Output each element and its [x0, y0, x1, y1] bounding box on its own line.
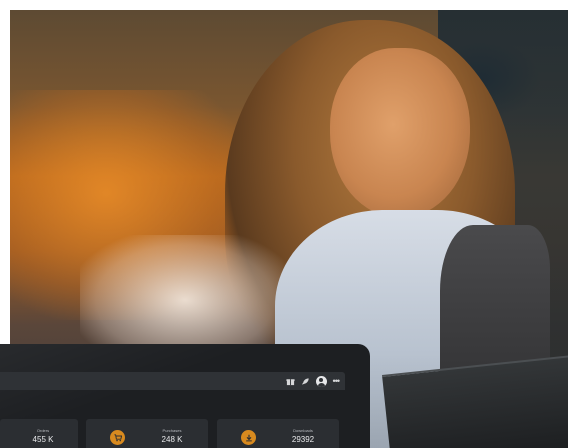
photo-face	[330, 48, 470, 218]
stat-label: Downloads	[293, 428, 313, 433]
stat-card-downloads[interactable]: Downloads 29392	[217, 419, 339, 448]
rocket-icon[interactable]	[301, 377, 310, 386]
toolbar-actions: •••	[285, 375, 341, 387]
dashboard-mockup: ••• Orders 455 K Purchases 248 K Downloa…	[0, 344, 370, 448]
stat-value: 29392	[291, 435, 315, 444]
stat-value: 248 K	[161, 435, 183, 444]
stat-label: Purchases	[162, 428, 182, 433]
stat-card-orders[interactable]: Orders 455 K	[0, 419, 78, 448]
stat-label: Orders	[36, 428, 50, 433]
dashboard-toolbar: •••	[0, 372, 345, 390]
gift-icon[interactable]	[285, 377, 295, 386]
stat-card-purchases[interactable]: Purchases 248 K	[86, 419, 208, 448]
more-icon[interactable]: •••	[333, 376, 341, 386]
cart-icon	[110, 430, 125, 445]
stat-value: 455 K	[32, 435, 54, 444]
download-icon	[241, 430, 256, 445]
avatar-icon[interactable]	[315, 375, 327, 387]
